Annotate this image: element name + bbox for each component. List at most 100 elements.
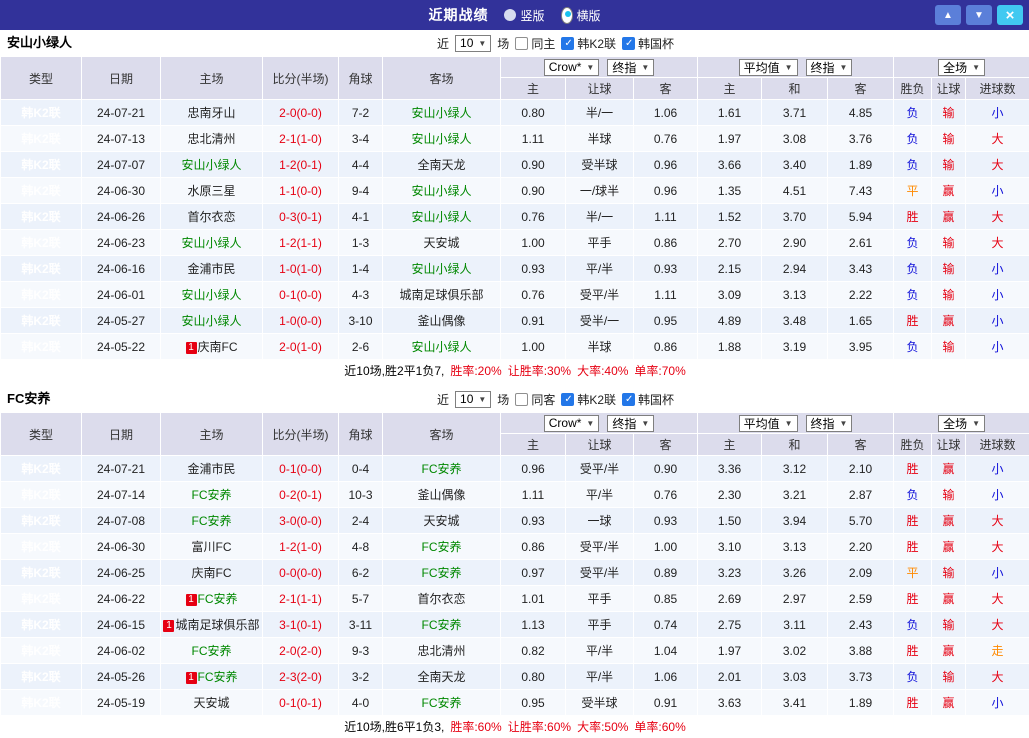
- checkbox-icon: [622, 37, 635, 50]
- date-cell: 24-06-22: [82, 586, 161, 612]
- result-cell: 负: [894, 664, 932, 690]
- handicap-result-cell: 输: [932, 560, 966, 586]
- crown-away-odds: 0.95: [634, 308, 698, 334]
- fulltime-select[interactable]: 全场▼: [938, 415, 985, 432]
- avg-draw-odds: 3.40: [762, 152, 828, 178]
- checkbox-label: 韩国杯: [638, 35, 674, 52]
- average-group-header: 平均值▼ 终指▼: [698, 57, 894, 78]
- filters: 近10▼场同主韩K2联韩国杯: [437, 30, 674, 56]
- recent-count-select[interactable]: 10▼: [455, 35, 491, 52]
- handicap-result-cell: 输: [932, 256, 966, 282]
- scroll-up-button[interactable]: ▲: [935, 5, 961, 25]
- filter-league-checkbox[interactable]: 韩K2联: [561, 35, 616, 52]
- crown-away-odds: 0.90: [634, 456, 698, 482]
- away-team-cell: 安山小绿人: [383, 126, 501, 152]
- result-cell: 负: [894, 334, 932, 360]
- average-select[interactable]: 平均值▼: [739, 59, 798, 76]
- recent-count-select[interactable]: 10▼: [455, 391, 491, 408]
- goals-result-cell: 大: [966, 664, 1029, 690]
- sub-column-header: 主: [698, 78, 762, 100]
- average-stage-select[interactable]: 终指▼: [806, 415, 853, 432]
- red-card-badge: 1: [186, 672, 197, 684]
- home-team-cell: 庆南FC: [161, 560, 263, 586]
- score-cell: 2-0(0-0): [263, 100, 339, 126]
- date-cell: 24-07-13: [82, 126, 161, 152]
- window-title: 近期战绩: [428, 5, 488, 25]
- goals-result-cell: 大: [966, 230, 1029, 256]
- score-cell: 2-3(2-0): [263, 664, 339, 690]
- goals-result-cell: 走: [966, 638, 1029, 664]
- crown-home-odds: 0.86: [501, 534, 566, 560]
- avg-home-odds: 3.09: [698, 282, 762, 308]
- corners-cell: 2-6: [339, 334, 383, 360]
- radio-vertical-layout[interactable]: 竖版: [504, 7, 544, 24]
- filter-cup-checkbox[interactable]: 韩国杯: [622, 391, 674, 408]
- goals-result-cell: 大: [966, 534, 1029, 560]
- red-card-badge: 1: [186, 342, 197, 354]
- crown-away-odds: 0.86: [634, 230, 698, 256]
- sub-column-header: 客: [828, 434, 894, 456]
- crown-line: 受平/半: [566, 456, 634, 482]
- avg-away-odds: 2.20: [828, 534, 894, 560]
- avg-away-odds: 7.43: [828, 178, 894, 204]
- crown-home-odds: 0.80: [501, 664, 566, 690]
- near-label: 近: [437, 35, 449, 52]
- away-team-cell: 安山小绿人: [383, 100, 501, 126]
- select-value: 全场: [943, 415, 967, 432]
- results-table: 类型日期主场比分(半场)角球客场Crow*▼终指▼平均值▼终指▼全场▼主让球客主…: [0, 56, 1029, 382]
- avg-away-odds: 5.94: [828, 204, 894, 230]
- checkbox-icon: [561, 37, 574, 50]
- near-label: 近: [437, 391, 449, 408]
- average-stage-select[interactable]: 终指▼: [806, 59, 853, 76]
- checkbox-label: 韩国杯: [638, 391, 674, 408]
- crown-home-odds: 1.11: [501, 126, 566, 152]
- avg-home-odds: 1.97: [698, 638, 762, 664]
- avg-home-odds: 3.36: [698, 456, 762, 482]
- corners-cell: 3-10: [339, 308, 383, 334]
- radio-horizontal-layout[interactable]: 横版: [561, 7, 601, 24]
- score-cell: 0-0(0-0): [263, 560, 339, 586]
- date-cell: 24-06-30: [82, 534, 161, 560]
- avg-away-odds: 5.70: [828, 508, 894, 534]
- avg-away-odds: 1.89: [828, 690, 894, 716]
- corners-cell: 3-4: [339, 126, 383, 152]
- home-team-cell: 1FC安养: [161, 664, 263, 690]
- bookmaker-select[interactable]: Crow*▼: [544, 59, 600, 76]
- away-team-cell: 全南天龙: [383, 152, 501, 178]
- date-cell: 24-05-26: [82, 664, 161, 690]
- crown-away-odds: 0.76: [634, 126, 698, 152]
- score-cell: 2-0(1-0): [263, 334, 339, 360]
- average-select[interactable]: 平均值▼: [739, 415, 798, 432]
- odds-stage-select[interactable]: 终指▼: [607, 59, 654, 76]
- score-cell: 0-1(0-1): [263, 690, 339, 716]
- result-cell: 负: [894, 230, 932, 256]
- avg-home-odds: 1.88: [698, 334, 762, 360]
- odds-stage-select[interactable]: 终指▼: [607, 415, 654, 432]
- scroll-down-button[interactable]: ▼: [966, 5, 992, 25]
- away-team-cell: 安山小绿人: [383, 334, 501, 360]
- result-cell: 负: [894, 612, 932, 638]
- crown-line: 半球: [566, 334, 634, 360]
- goals-result-cell: 小: [966, 690, 1029, 716]
- avg-away-odds: 2.09: [828, 560, 894, 586]
- crown-line: 平/半: [566, 482, 634, 508]
- filter-same-venue-checkbox[interactable]: 同主: [515, 35, 555, 52]
- sub-column-header: 让球: [932, 434, 966, 456]
- avg-home-odds: 2.15: [698, 256, 762, 282]
- bookmaker-select[interactable]: Crow*▼: [544, 415, 600, 432]
- corners-cell: 5-7: [339, 586, 383, 612]
- chevron-down-icon: ▼: [478, 39, 486, 48]
- filter-same-venue-checkbox[interactable]: 同客: [515, 391, 555, 408]
- league-cell: 韩K2联: [1, 152, 82, 178]
- fulltime-select[interactable]: 全场▼: [938, 59, 985, 76]
- filter-cup-checkbox[interactable]: 韩国杯: [622, 35, 674, 52]
- column-header: 主场: [161, 57, 263, 100]
- close-button[interactable]: ×: [997, 5, 1023, 25]
- sections-container: 安山小绿人近10▼场同主韩K2联韩国杯类型日期主场比分(半场)角球客场Crow*…: [0, 30, 1029, 738]
- filter-league-checkbox[interactable]: 韩K2联: [561, 391, 616, 408]
- home-team-cell: 安山小绿人: [161, 282, 263, 308]
- odds-group-header: Crow*▼ 终指▼: [501, 413, 698, 434]
- league-cell: 韩K2联: [1, 308, 82, 334]
- crown-line: 平手: [566, 586, 634, 612]
- avg-away-odds: 1.89: [828, 152, 894, 178]
